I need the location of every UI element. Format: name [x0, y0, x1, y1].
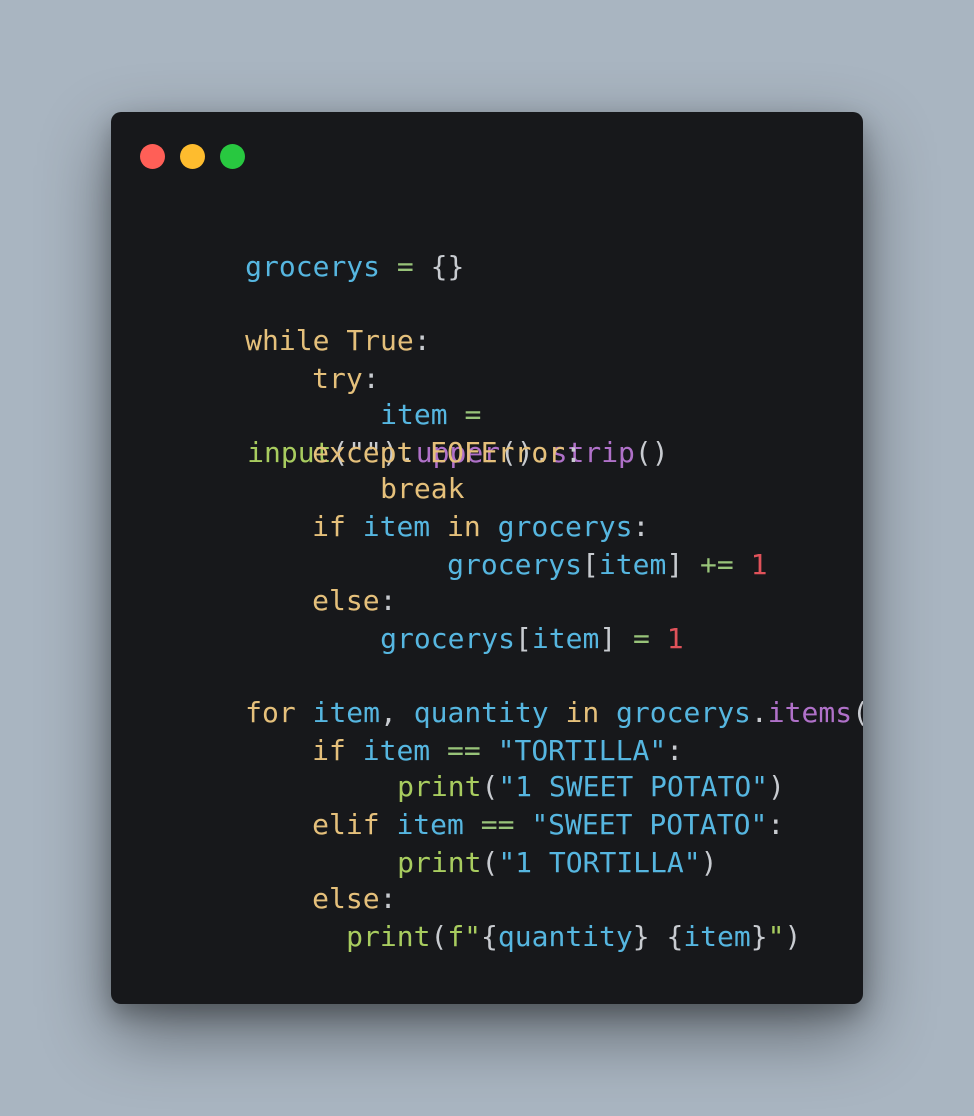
token: item	[531, 622, 600, 655]
code-line-15: print("1 TORTILLA")	[296, 812, 717, 879]
token: ():	[852, 696, 863, 729]
token: )	[784, 920, 802, 953]
code-line-2: while True:	[144, 290, 430, 357]
token: if	[312, 510, 346, 543]
token: item	[683, 920, 751, 953]
token: }	[632, 920, 650, 953]
code-line-12: if item == "TORTILLA":	[211, 700, 683, 767]
token: grocerys	[245, 250, 381, 283]
code-line-3: try:	[211, 328, 379, 395]
token: grocerys	[380, 622, 516, 655]
token: quantity	[497, 920, 633, 953]
token: :	[565, 436, 582, 469]
code-block: grocerys = {} while True: try: item = in…	[111, 112, 863, 1004]
token: =	[380, 250, 431, 283]
token: )	[700, 846, 718, 879]
code-line-5b: except EOFError:	[211, 402, 582, 469]
token: 1	[666, 622, 684, 655]
token: item	[598, 548, 667, 581]
code-line-16: else:	[211, 848, 396, 915]
token: ()	[634, 436, 669, 469]
code-line-4: item =	[279, 364, 481, 431]
token: (	[430, 920, 448, 953]
code-line-8: grocerys[item] += 1	[346, 514, 767, 581]
token: {}	[430, 250, 465, 283]
token: ]	[599, 622, 617, 655]
token: [	[515, 622, 532, 655]
token: +=	[683, 548, 751, 581]
token: .	[750, 696, 768, 729]
token: "1 TORTILLA"	[498, 846, 701, 879]
token: :	[767, 808, 785, 841]
token: print	[397, 846, 482, 879]
code-line-9: else:	[211, 550, 396, 617]
code-line-6: break	[279, 438, 464, 505]
code-line-14: elif item == "SWEET POTATO":	[211, 774, 784, 841]
token: ]	[666, 548, 684, 581]
token: grocerys	[447, 548, 583, 581]
token: {	[666, 920, 684, 953]
token: print	[346, 920, 431, 953]
token: }	[750, 920, 768, 953]
token: 1	[750, 548, 768, 581]
code-line-11: for item, quantity in grocerys.items():	[144, 662, 863, 729]
token: =	[616, 622, 667, 655]
token: "	[767, 920, 785, 953]
token: (	[481, 846, 499, 879]
code-line-7: if item in grocerys:	[211, 476, 649, 543]
code-line-13: print("1 SWEET POTATO")	[296, 736, 785, 803]
code-line-1: grocerys = {}	[144, 216, 464, 283]
code-line-17: print(f"{quantity} {item}")	[245, 886, 801, 953]
token: [	[582, 548, 599, 581]
code-line-10: grocerys[item] = 1	[279, 588, 683, 655]
code-window: grocerys = {} while True: try: item = in…	[111, 112, 863, 1004]
token: :	[413, 324, 431, 357]
token: f"	[447, 920, 482, 953]
token: {	[481, 920, 498, 953]
token: items	[767, 696, 853, 729]
